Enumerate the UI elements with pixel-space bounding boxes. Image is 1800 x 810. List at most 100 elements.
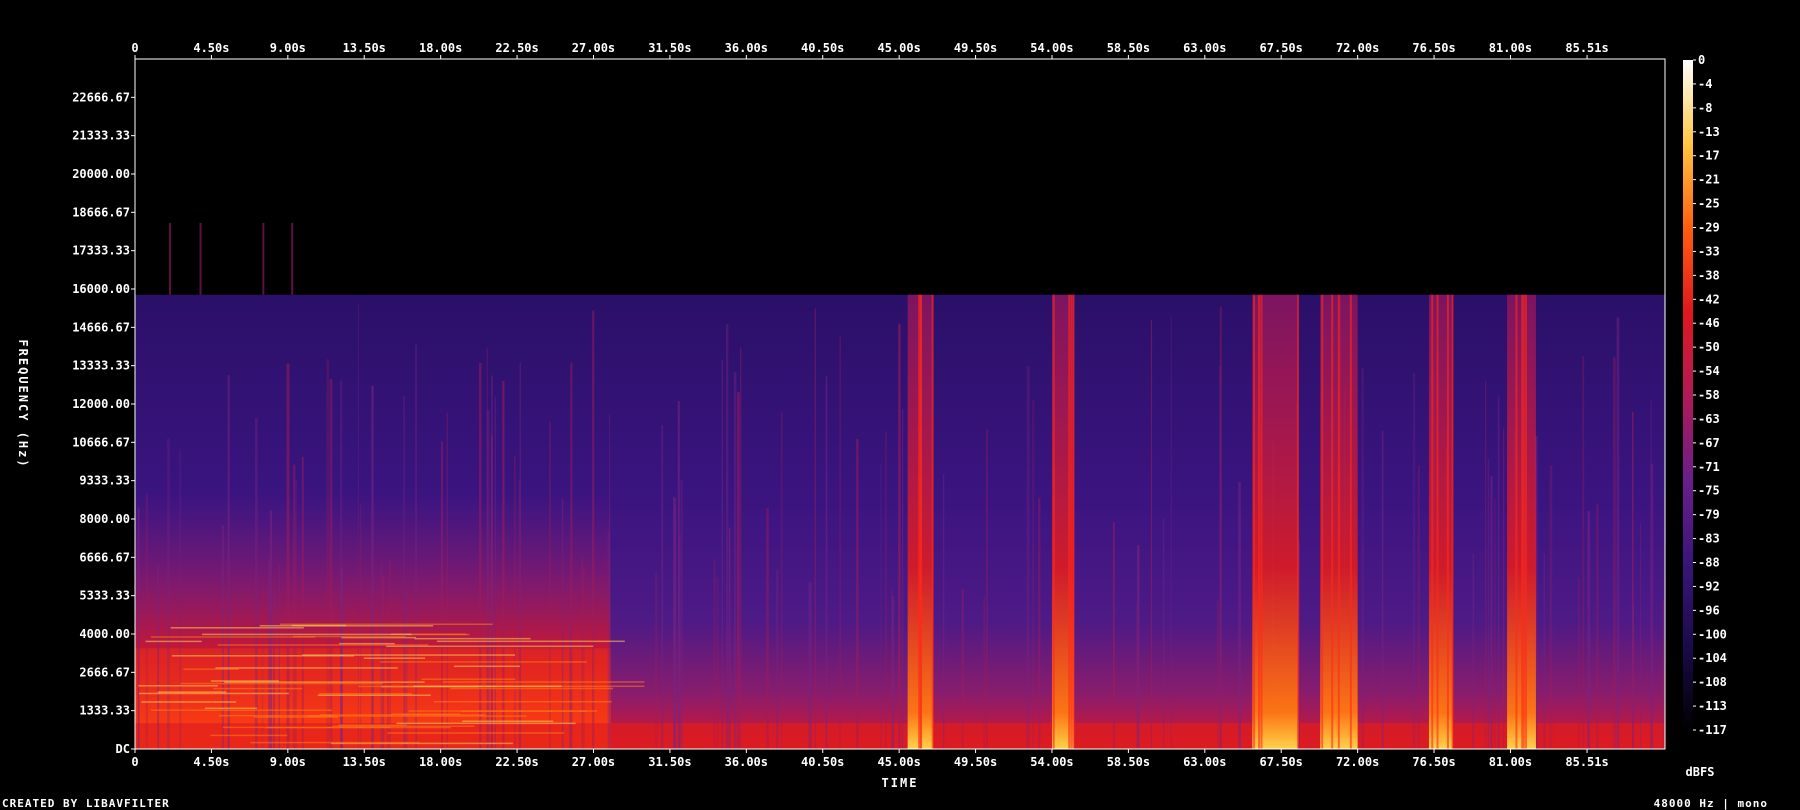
x-tick-label: 27.00s [572,755,615,769]
spectral-streak [1596,504,1599,749]
harmonic-line [307,715,527,717]
x-tick-label: 85.51s [1565,41,1608,55]
colorbar-tick-label: -33 [1698,244,1720,258]
harmonic-line [215,667,398,669]
spectrogram-figure: 0 4.50s 9.00s 13.50s 18.00s 22.50s 27.00s 31.50… [2,41,1767,810]
colorbar-tick-label: -50 [1698,340,1720,354]
spectral-streak [839,336,841,749]
spectral-streak [1026,365,1030,749]
burst-streak [1431,294,1434,749]
harmonic-line [213,687,303,690]
y-tick-label: DC [116,742,130,756]
colorbar-tick-label: -108 [1698,675,1727,689]
spectral-streak [1582,356,1585,749]
spectral-streak [1616,317,1620,749]
y-tick-label: 5333.33 [79,589,130,603]
colorbar-tick-label: -117 [1698,723,1727,737]
harmonic-line [210,734,288,737]
y-tick-label: 1333.33 [79,704,130,718]
x-tick-label: 76.50s [1412,755,1455,769]
spectral-streak [1162,518,1165,749]
burst-streak [1297,294,1300,749]
harmonic-line [170,627,304,629]
burst-streak [1260,294,1263,749]
harmonic-line [436,640,625,643]
harmonic-line [391,713,460,715]
x-tick-label: 31.50s [648,41,691,55]
x-tick-label: 85.51s [1565,755,1608,769]
x-tick-label: 18.00s [419,755,462,769]
spectral-streak [655,572,658,749]
colorbar-tick-label: -21 [1698,173,1720,187]
x-tick-label: 76.50s [1412,41,1455,55]
burst-streak [1331,294,1334,749]
spectral-streak [1150,319,1153,749]
x-tick-label: 81.00s [1489,41,1532,55]
spectral-streak [808,581,812,749]
harmonic-line [250,741,420,744]
colorbar-tick-label: -29 [1698,221,1720,235]
spectral-streak [519,362,522,749]
x-tick-label: 22.50s [495,755,538,769]
harmonic-line [318,692,413,695]
spectral-streak [1662,600,1664,749]
x-tick-label: 54.00s [1030,41,1073,55]
x-tick-label: 45.00s [877,41,920,55]
y-tick-label: 2666.67 [79,665,130,679]
spectral-streak [1487,459,1490,749]
y-tick-label: 18666.67 [72,205,130,219]
spectral-streak [677,400,680,749]
spectral-streak [502,380,505,749]
spectral-streak [1503,428,1505,749]
spectral-streak [608,414,611,749]
x-tick-label: 49.50s [954,755,997,769]
spectral-streak [1490,476,1493,749]
spectral-streak [983,597,986,749]
burst-streak [1436,294,1439,749]
burst-streak [1070,294,1073,749]
spectral-streak [486,410,490,749]
x-tick-label: 63.00s [1183,41,1226,55]
x-tick-label: 40.50s [801,755,844,769]
harmonic-line [201,633,412,636]
y-axis-label: FREQUENCY (Hz) [16,339,30,468]
harmonic-line [413,685,562,688]
spectral-streak [583,566,585,749]
spectral-streak [1472,553,1474,749]
spectral-streak [261,584,264,749]
harmonic-line [380,661,587,663]
spectral-streak [145,493,148,749]
colorbar-tick-label: -63 [1698,412,1720,426]
x-tick-label: 67.50s [1260,41,1303,55]
spectral-streak [389,559,391,749]
colorbar-tick-label: -113 [1698,699,1727,713]
x-tick-label: 9.00s [270,41,306,55]
burst-streak [1521,294,1524,749]
x-tick-label: 9.00s [270,755,306,769]
x-tick-label: 45.00s [877,755,920,769]
x-axis-bottom: 0 4.50s 9.00s 13.50s 18.00s 22.50s 27.00s 31.50… [131,749,1609,769]
spectral-streak [961,588,964,749]
colorbar-tick-label: -4 [1698,77,1712,91]
spectral-streak [254,418,258,749]
spectral-streak [1632,603,1635,749]
burst-streak [1321,294,1324,749]
harmonic-line [217,644,429,646]
x-tick-label: 4.50s [193,41,229,55]
spectral-streak [1136,544,1140,749]
spectral-streak [1497,396,1500,749]
harmonic-line [204,707,257,710]
harmonic-line [138,692,289,695]
spectral-streak [885,431,887,749]
colorbar-tick-label: -104 [1698,651,1727,665]
burst-streak [1451,294,1454,749]
y-tick-label: 4000.00 [79,627,130,641]
spectral-streak [943,474,945,749]
spectral-streak [403,395,405,749]
spectral-streak [1217,601,1219,749]
burst-streak [919,294,922,749]
spectral-streak [326,358,330,749]
x-tick-label: 0 [131,755,138,769]
y-tick-label: 9333.33 [79,474,130,488]
colorbar-tick-label: -13 [1698,125,1720,139]
